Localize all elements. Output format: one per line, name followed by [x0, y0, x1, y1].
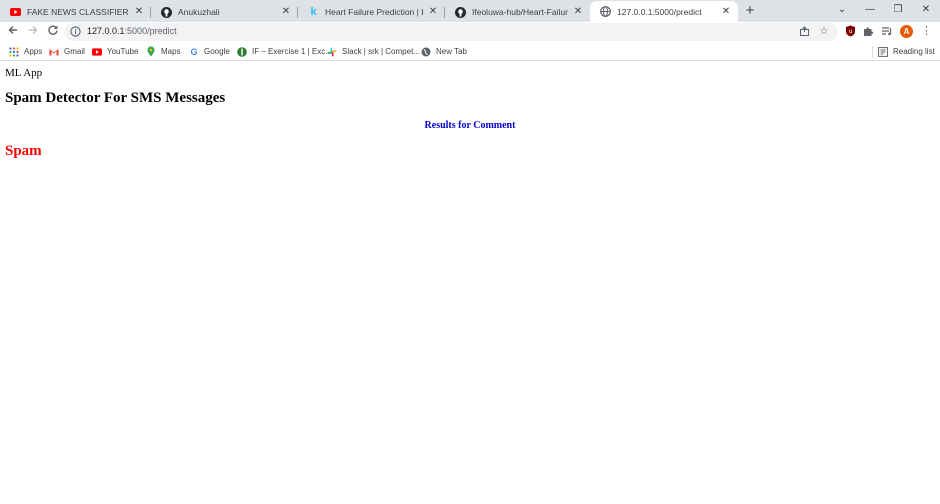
youtube-icon: [10, 7, 21, 18]
address-bar[interactable]: 127.0.0.1:5000/predict ☆: [64, 23, 838, 41]
svg-text:u: u: [848, 28, 852, 35]
bookmark-google[interactable]: G Google: [189, 45, 230, 58]
bookmark-new-tab[interactable]: New Tab: [421, 45, 467, 58]
tab-fake-news[interactable]: FAKE NEWS CLASSIFIER WITH M ✕: [0, 2, 151, 22]
bookmark-youtube[interactable]: YouTube: [92, 45, 138, 58]
bookmark-label: Slack | srk | Compet...: [342, 47, 420, 56]
slack-icon: [327, 47, 337, 57]
bookmarks-bar: Apps Gmail YouTube Maps G Google IF – Ex…: [0, 42, 940, 61]
bookmark-label: New Tab: [436, 47, 467, 56]
close-tab-icon[interactable]: ✕: [133, 6, 145, 18]
apps-grid-icon: [9, 46, 19, 57]
more-menu-icon[interactable]: ⋮: [921, 24, 932, 38]
globe-icon: [421, 47, 431, 57]
bookmark-label: YouTube: [107, 47, 139, 56]
reading-list-button[interactable]: Reading list: [878, 45, 935, 58]
media-queue-icon[interactable]: [880, 24, 894, 38]
url-path: :5000/predict: [124, 26, 177, 36]
app-brand: ML App: [5, 67, 43, 79]
close-window-button[interactable]: ✕: [911, 2, 940, 18]
tab-title: Ifeoluwa-hub/Heart-Failure-Predi: [472, 7, 568, 17]
ublock-extension-icon[interactable]: u: [843, 24, 857, 38]
bookmark-slack[interactable]: Slack | srk | Compet...: [327, 45, 420, 58]
url-host: 127.0.0.1: [87, 26, 125, 36]
bookmark-maps[interactable]: Maps: [146, 45, 181, 58]
extensions-puzzle-icon[interactable]: [861, 24, 875, 38]
reading-list-icon: [878, 46, 888, 57]
bookmark-label: IF – Exercise 1 | Exc...: [252, 47, 332, 56]
close-tab-icon[interactable]: ✕: [720, 6, 732, 18]
gmail-icon: [49, 47, 59, 57]
forward-button[interactable]: [25, 24, 41, 40]
close-tab-icon[interactable]: ✕: [280, 6, 292, 18]
info-icon[interactable]: [70, 26, 82, 38]
tab-strip: FAKE NEWS CLASSIFIER WITH M ✕ Anukuzhali…: [0, 0, 940, 22]
prediction-result: Spam: [5, 143, 42, 159]
reload-icon: [48, 25, 58, 35]
url-text: 127.0.0.1:5000/predict: [87, 26, 177, 36]
arrow-left-icon: [8, 26, 17, 34]
bookmark-label: Google: [204, 47, 230, 56]
github-icon: [161, 6, 172, 18]
globe-icon: [600, 6, 611, 17]
tab-github-repo[interactable]: Ifeoluwa-hub/Heart-Failure-Predi ✕: [445, 2, 590, 22]
bookmark-exercise[interactable]: IF – Exercise 1 | Exc...: [237, 45, 332, 58]
bookmark-label: Apps: [24, 47, 43, 56]
back-button[interactable]: [5, 24, 21, 40]
page-title: Spam Detector For SMS Messages: [5, 90, 226, 106]
tab-kaggle[interactable]: k Heart Failure Prediction | Kaggle ✕: [298, 2, 445, 22]
results-label: Results for Comment: [424, 120, 516, 131]
bookmark-label: Reading list: [893, 47, 935, 56]
share-icon[interactable]: [798, 26, 810, 38]
tab-title: 127.0.0.1:5000/predict: [617, 6, 702, 17]
restore-button[interactable]: ❐: [883, 2, 913, 18]
tab-search-chevron-down-icon[interactable]: ⌄: [827, 2, 857, 18]
exercise-icon: [237, 46, 247, 57]
maps-pin-icon: [146, 46, 156, 57]
close-tab-icon[interactable]: ✕: [427, 6, 439, 18]
new-tab-button[interactable]: +: [742, 3, 758, 19]
tab-title: Heart Failure Prediction | Kaggle: [325, 7, 423, 17]
minimize-button[interactable]: —: [855, 2, 885, 18]
bookmark-star-icon[interactable]: ☆: [818, 26, 830, 38]
tab-anukuzhali[interactable]: Anukuzhali ✕: [151, 2, 298, 22]
arrow-right-icon: [29, 26, 38, 34]
bookmark-apps[interactable]: Apps: [9, 45, 42, 58]
bookmark-gmail[interactable]: Gmail: [49, 45, 85, 58]
kaggle-icon: k: [310, 6, 317, 18]
bookmark-label: Gmail: [64, 47, 85, 56]
web-page: ML App Spam Detector For SMS Messages Re…: [0, 62, 940, 504]
tab-predict[interactable]: 127.0.0.1:5000/predict ✕: [590, 1, 738, 22]
github-icon: [455, 6, 466, 18]
browser-toolbar: 127.0.0.1:5000/predict ☆ u A ⋮: [0, 22, 940, 42]
tab-title: Anukuzhali: [178, 7, 220, 17]
reload-button[interactable]: [45, 24, 61, 40]
bookmark-label: Maps: [161, 47, 181, 56]
google-icon: G: [190, 46, 198, 57]
tab-title: FAKE NEWS CLASSIFIER WITH M: [27, 7, 129, 17]
close-tab-icon[interactable]: ✕: [572, 6, 584, 18]
profile-avatar[interactable]: A: [900, 25, 913, 38]
youtube-icon: [92, 47, 102, 57]
